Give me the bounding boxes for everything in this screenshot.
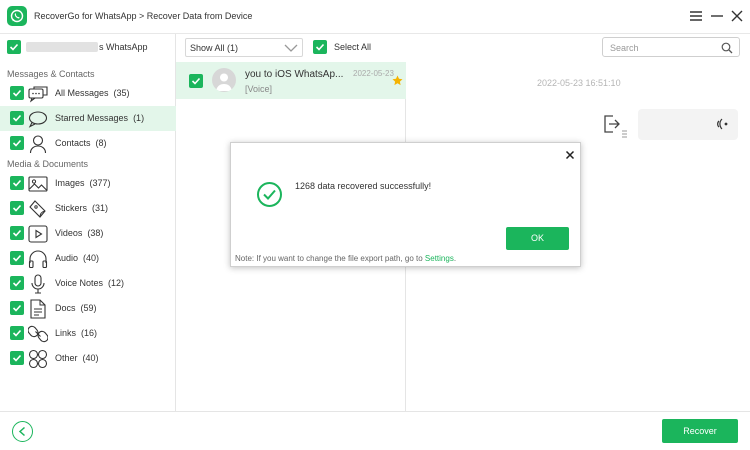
- checkbox[interactable]: [10, 301, 24, 315]
- image-icon: [28, 174, 48, 194]
- document-icon: [28, 299, 48, 319]
- back-button[interactable]: [12, 421, 33, 442]
- ok-button[interactable]: OK: [506, 227, 569, 250]
- search-icon[interactable]: [721, 42, 733, 54]
- checkbox[interactable]: [10, 136, 24, 150]
- sidebar-item-videos[interactable]: Videos (38): [0, 221, 176, 246]
- window-title: RecoverGo for WhatsApp > Recover Data fr…: [34, 11, 253, 21]
- checkbox[interactable]: [10, 201, 24, 215]
- close-icon[interactable]: [729, 8, 745, 24]
- footer: Recover: [0, 411, 750, 450]
- filter-dropdown[interactable]: Show All (1): [185, 38, 303, 57]
- message-checkbox[interactable]: [189, 74, 203, 88]
- sidebar-item-label: Images (377): [55, 178, 111, 188]
- account-label: s WhatsApp: [99, 42, 148, 52]
- checkbox[interactable]: [10, 176, 24, 190]
- sidebar-item-label: Stickers (31): [55, 203, 109, 213]
- chevron-left-icon: [18, 426, 25, 437]
- title-bar: RecoverGo for WhatsApp > Recover Data fr…: [0, 0, 750, 34]
- headphones-icon: [28, 249, 48, 269]
- section-title-messages: Messages & Contacts: [7, 69, 95, 79]
- message-title: you to iOS WhatsAp...: [245, 69, 344, 80]
- sidebar-item-images[interactable]: Images (377): [0, 171, 176, 196]
- search-placeholder: Search: [610, 43, 639, 53]
- chat-bubbles-icon: [28, 84, 48, 104]
- voice-wave-icon: [717, 118, 728, 130]
- select-all-label: Select All: [334, 42, 372, 52]
- sidebar-item-docs[interactable]: Docs (59): [0, 296, 176, 321]
- star-icon: [392, 75, 403, 86]
- select-all[interactable]: Select All: [313, 40, 371, 57]
- sidebar-item-label: Docs (59): [55, 303, 97, 313]
- toolbar: Show All (1) Select All Search: [176, 34, 750, 62]
- avatar: [212, 68, 236, 92]
- checkbox[interactable]: [10, 226, 24, 240]
- checkbox[interactable]: [10, 251, 24, 265]
- sidebar-item-other[interactable]: Other (40): [0, 346, 176, 371]
- settings-link[interactable]: Settings: [425, 254, 454, 263]
- success-check-icon: [257, 182, 282, 207]
- checkbox[interactable]: [10, 326, 24, 340]
- message-preview: [Voice]: [245, 84, 273, 94]
- person-icon: [28, 134, 48, 154]
- filter-value: Show All (1): [190, 43, 239, 53]
- list-item[interactable]: you to iOS WhatsAp... 2022-05-23 [Voice]: [176, 62, 406, 99]
- search-input[interactable]: Search: [602, 37, 740, 57]
- menu-icon[interactable]: [688, 8, 704, 24]
- account-selector[interactable]: s WhatsApp: [7, 40, 148, 56]
- sidebar-item-starred-messages[interactable]: Starred Messages (1): [0, 106, 176, 131]
- checkbox[interactable]: [10, 111, 24, 125]
- checkbox[interactable]: [10, 351, 24, 365]
- detail-timestamp: 2022-05-23 16:51:10: [537, 78, 621, 88]
- sidebar-item-label: All Messages (35): [55, 88, 130, 98]
- sidebar-item-contacts[interactable]: Contacts (8): [0, 131, 176, 156]
- grid-icon: [28, 349, 48, 369]
- account-name-redacted: [26, 42, 98, 52]
- sidebar-item-label: Links (16): [55, 328, 98, 338]
- sidebar-item-label: Contacts (8): [55, 138, 107, 148]
- minimize-icon[interactable]: [709, 8, 725, 24]
- sidebar-item-label: Audio (40): [55, 253, 100, 263]
- checkbox[interactable]: [10, 276, 24, 290]
- sidebar-item-stickers[interactable]: Stickers (31): [0, 196, 176, 221]
- message-date: 2022-05-23: [353, 69, 394, 78]
- select-all-checkbox[interactable]: [313, 40, 327, 54]
- success-dialog: 1268 data recovered successfully! OK Not…: [230, 142, 581, 267]
- link-icon: [27, 324, 49, 344]
- recover-button[interactable]: Recover: [662, 419, 738, 443]
- voice-message-bubble[interactable]: [638, 109, 738, 140]
- account-checkbox[interactable]: [7, 40, 21, 54]
- checkbox[interactable]: [10, 86, 24, 100]
- section-title-media: Media & Documents: [7, 159, 89, 169]
- sidebar-item-all-messages[interactable]: All Messages (35): [0, 81, 176, 106]
- dialog-note: Note: If you want to change the file exp…: [235, 254, 457, 263]
- starred-bubble-icon: [28, 109, 48, 129]
- whatsapp-logo-icon: [7, 6, 27, 26]
- sidebar-item-links[interactable]: Links (16): [0, 321, 176, 346]
- sidebar-item-label: Voice Notes (12): [55, 278, 125, 288]
- export-icon[interactable]: [602, 114, 628, 138]
- microphone-icon: [28, 274, 48, 294]
- video-icon: [28, 224, 48, 244]
- sidebar-item-label: Starred Messages (1): [55, 113, 145, 123]
- sidebar: s WhatsApp Messages & Contacts All Messa…: [0, 34, 176, 411]
- sidebar-item-voice-notes[interactable]: Voice Notes (12): [0, 271, 176, 296]
- chevron-down-icon: [284, 44, 298, 52]
- dialog-message: 1268 data recovered successfully!: [295, 181, 432, 191]
- sidebar-item-label: Videos (38): [55, 228, 104, 238]
- sticker-icon: [28, 199, 48, 219]
- sidebar-item-label: Other (40): [55, 353, 99, 363]
- dialog-close-icon[interactable]: [565, 150, 575, 160]
- sidebar-item-audio[interactable]: Audio (40): [0, 246, 176, 271]
